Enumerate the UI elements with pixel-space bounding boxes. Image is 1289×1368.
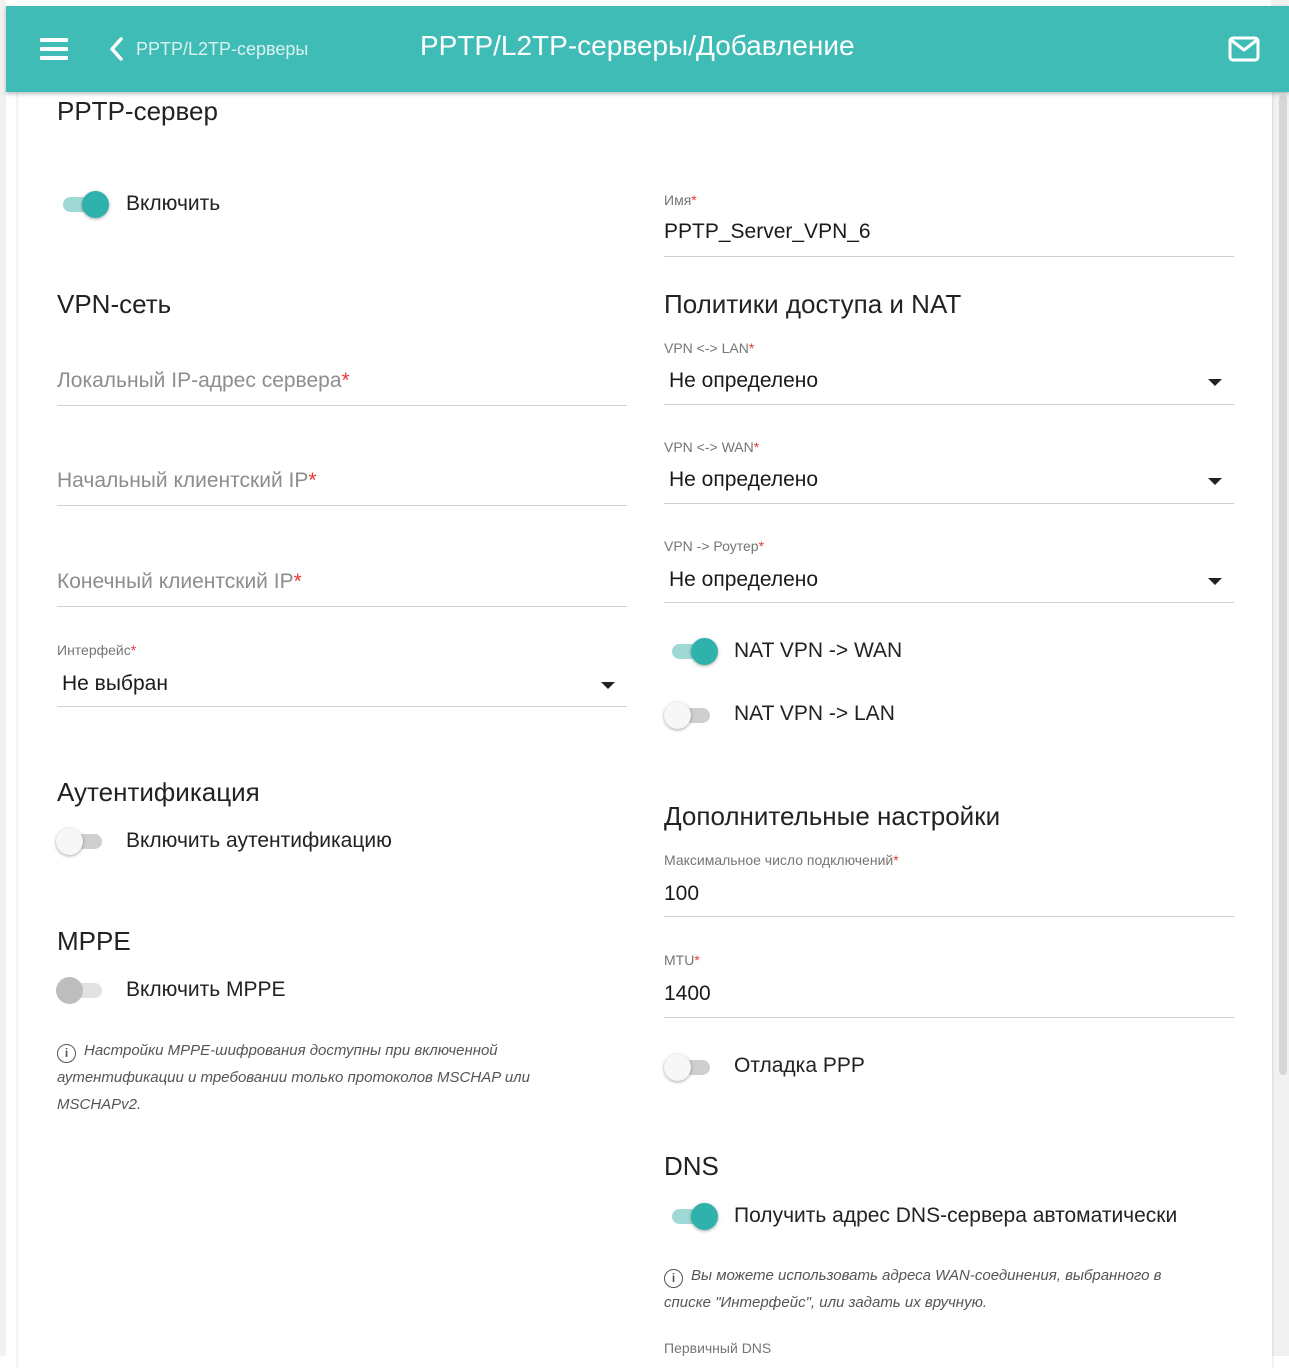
section-heading-mppe: MPPE bbox=[57, 926, 131, 956]
toggle-knob bbox=[664, 1054, 691, 1081]
mail-icon[interactable] bbox=[1228, 36, 1260, 62]
required-mark: * bbox=[293, 570, 302, 593]
required-mark: * bbox=[130, 642, 137, 658]
required-mark: * bbox=[691, 192, 697, 208]
toggle-knob bbox=[56, 977, 83, 1004]
page-edge-left bbox=[0, 0, 6, 1356]
back-label: PPTP/L2TP-серверы bbox=[136, 38, 309, 59]
toggle-knob bbox=[56, 828, 83, 855]
auth-toggle[interactable] bbox=[56, 826, 106, 856]
dns-note: i Вы можете использовать адреса WAN-соеди… bbox=[664, 1262, 1224, 1316]
content-card bbox=[18, 88, 1272, 1368]
required-mark: * bbox=[748, 340, 755, 356]
section-heading-vpn-network: VPN-сеть bbox=[57, 289, 172, 319]
toggle-knob bbox=[664, 702, 691, 729]
nat-vpn-wan-toggle[interactable] bbox=[668, 636, 718, 666]
mtu-value: 1400 bbox=[664, 982, 711, 1005]
local-ip-field[interactable]: Локальный IP-адрес сервера* bbox=[57, 360, 627, 406]
mppe-note-line2: аутентификации и требовании только прото… bbox=[57, 1069, 530, 1086]
enable-server-toggle[interactable] bbox=[59, 189, 109, 219]
max-conn-value: 100 bbox=[664, 882, 700, 905]
dropdown-caret-icon bbox=[1208, 578, 1222, 585]
required-mark: * bbox=[694, 952, 700, 968]
start-ip-placeholder: Начальный клиентский IP bbox=[57, 469, 309, 492]
back-button[interactable]: PPTP/L2TP-серверы bbox=[106, 34, 308, 64]
section-heading-dns: DNS bbox=[664, 1151, 719, 1181]
required-mark: * bbox=[753, 439, 760, 455]
name-field[interactable]: Имя* PPTP_Server_VPN_6 bbox=[664, 192, 1234, 257]
vpn-router-value: Не определено bbox=[669, 568, 819, 591]
dns-note-line2: списке "Интерфейс", или задать их вручну… bbox=[664, 1294, 988, 1311]
interface-value: Не выбран bbox=[62, 672, 168, 695]
max-connections-field[interactable]: Максимальное число подключений* 100 bbox=[664, 852, 1234, 917]
dns-auto-label: Получить адрес DNS-сервера автоматически bbox=[734, 1204, 1178, 1227]
vpn-router-select[interactable]: VPN -> Роутер* Не определено bbox=[664, 538, 1234, 603]
name-value: PPTP_Server_VPN_6 bbox=[664, 220, 871, 243]
info-icon: i bbox=[664, 1269, 683, 1288]
nat-vpn-wan-label: NAT VPN -> WAN bbox=[734, 639, 903, 662]
vpn-router-label: VPN -> Роутер bbox=[664, 538, 759, 554]
vpn-lan-select[interactable]: VPN <-> LAN* Не определено bbox=[664, 340, 1234, 405]
mtu-label: MTU bbox=[664, 952, 695, 968]
nat-vpn-lan-label: NAT VPN -> LAN bbox=[734, 702, 895, 725]
required-mark: * bbox=[308, 469, 317, 492]
dropdown-caret-icon bbox=[1208, 379, 1222, 386]
info-icon: i bbox=[57, 1044, 76, 1063]
vpn-lan-label: VPN <-> LAN bbox=[664, 340, 749, 356]
dns-auto-toggle[interactable] bbox=[668, 1201, 718, 1231]
mppe-toggle-label: Включить MPPE bbox=[126, 978, 286, 1001]
local-ip-placeholder: Локальный IP-адрес сервера bbox=[57, 369, 342, 392]
section-heading-access-policies: Политики доступа и NAT bbox=[664, 289, 962, 319]
end-ip-placeholder: Конечный клиентский IP bbox=[57, 570, 294, 593]
interface-select[interactable]: Интерфейс* Не выбран bbox=[57, 642, 627, 707]
toggle-knob bbox=[82, 191, 109, 218]
chevron-left-icon bbox=[110, 37, 123, 61]
mtu-field[interactable]: MTU* 1400 bbox=[664, 952, 1234, 1018]
interface-label: Интерфейс bbox=[57, 642, 131, 658]
mppe-note-line3: MSCHAPv2. bbox=[57, 1096, 142, 1113]
required-mark: * bbox=[893, 852, 899, 868]
required-mark: * bbox=[341, 369, 350, 392]
nat-vpn-lan-toggle[interactable] bbox=[664, 700, 714, 730]
name-label: Имя bbox=[664, 192, 692, 208]
ppp-debug-toggle[interactable] bbox=[664, 1052, 714, 1082]
section-heading-authentication: Аутентификация bbox=[57, 777, 260, 807]
mppe-note: i Настройки MPPE-шифрования доступны при … bbox=[57, 1037, 597, 1118]
section-heading-advanced: Дополнительные настройки bbox=[664, 801, 1001, 831]
ppp-debug-label: Отладка PPP bbox=[734, 1054, 865, 1077]
max-conn-label: Максимальное число подключений bbox=[664, 852, 894, 868]
auth-toggle-label: Включить аутентификацию bbox=[126, 829, 392, 852]
vpn-wan-value: Не определено bbox=[669, 468, 819, 491]
dropdown-caret-icon bbox=[1208, 478, 1222, 485]
primary-dns-label: Первичный DNS bbox=[664, 1340, 772, 1356]
vpn-wan-label: VPN <-> WAN bbox=[664, 439, 754, 455]
end-client-ip-field[interactable]: Конечный клиентский IP* bbox=[57, 560, 627, 607]
section-heading-pptp-server: PPTP-сервер bbox=[57, 96, 218, 126]
app-header: PPTP/L2TP-серверы PPTP/L2TP-серверы/Доба… bbox=[6, 6, 1289, 92]
mppe-note-line1: Настройки MPPE-шифрования доступны при в… bbox=[84, 1042, 498, 1059]
scrollbar[interactable] bbox=[1279, 95, 1287, 1075]
required-mark: * bbox=[758, 538, 765, 554]
page-title: PPTP/L2TP-серверы/Добавление bbox=[420, 30, 855, 61]
menu-icon[interactable] bbox=[40, 38, 68, 60]
mppe-toggle[interactable] bbox=[56, 975, 106, 1005]
start-client-ip-field[interactable]: Начальный клиентский IP* bbox=[57, 460, 627, 506]
enable-server-label: Включить bbox=[126, 192, 221, 215]
toggle-knob bbox=[691, 638, 718, 665]
vpn-lan-value: Не определено bbox=[669, 369, 819, 392]
vpn-wan-select[interactable]: VPN <-> WAN* Не определено bbox=[664, 439, 1234, 504]
toggle-knob bbox=[691, 1203, 718, 1230]
dns-note-line1: Вы можете использовать адреса WAN-соедин… bbox=[691, 1267, 1162, 1284]
dropdown-caret-icon bbox=[601, 682, 615, 689]
